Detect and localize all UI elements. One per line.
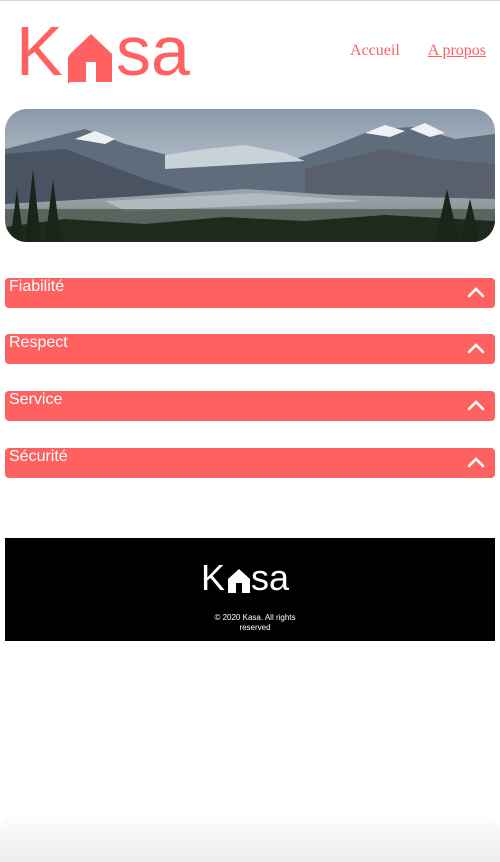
collapse-securite[interactable]: Sécurité — [5, 448, 495, 478]
nav-link-a-propos[interactable]: A propos — [428, 42, 486, 60]
main-nav: Accueil A propos — [350, 42, 486, 60]
collapse-respect[interactable]: Respect — [5, 334, 495, 364]
chevron-up-icon[interactable] — [467, 286, 485, 298]
collapse-title: Sécurité — [9, 448, 68, 465]
chevron-up-icon[interactable] — [467, 342, 485, 354]
chevron-up-icon[interactable] — [467, 399, 485, 411]
copyright-text: © 2020 Kasa. All rights reserved — [214, 613, 296, 632]
collapse-fiabilite[interactable]: Fiabilité — [5, 278, 495, 308]
collapse-service[interactable]: Service — [5, 391, 495, 421]
header: K sa Accueil A propos — [0, 0, 500, 100]
bottom-fade — [0, 812, 500, 862]
footer-kasa-logo: K sa — [201, 557, 301, 598]
logo-letters-sa: sa — [251, 557, 290, 598]
collapse-title: Respect — [9, 334, 68, 351]
collapse-title: Service — [9, 391, 63, 408]
logo-letter-k: K — [201, 557, 226, 598]
kasa-logo[interactable]: K sa — [16, 16, 213, 86]
nav-link-accueil[interactable]: Accueil — [350, 42, 400, 60]
house-icon — [68, 34, 112, 84]
about-banner-image — [5, 109, 495, 242]
chevron-up-icon[interactable] — [467, 456, 485, 468]
footer: K sa © 2020 Kasa. All rights reserved — [5, 538, 495, 641]
house-icon — [228, 569, 250, 593]
collapse-title: Fiabilité — [9, 278, 65, 295]
logo-letters-sa: sa — [116, 12, 190, 90]
logo-letter-k: K — [16, 12, 63, 90]
